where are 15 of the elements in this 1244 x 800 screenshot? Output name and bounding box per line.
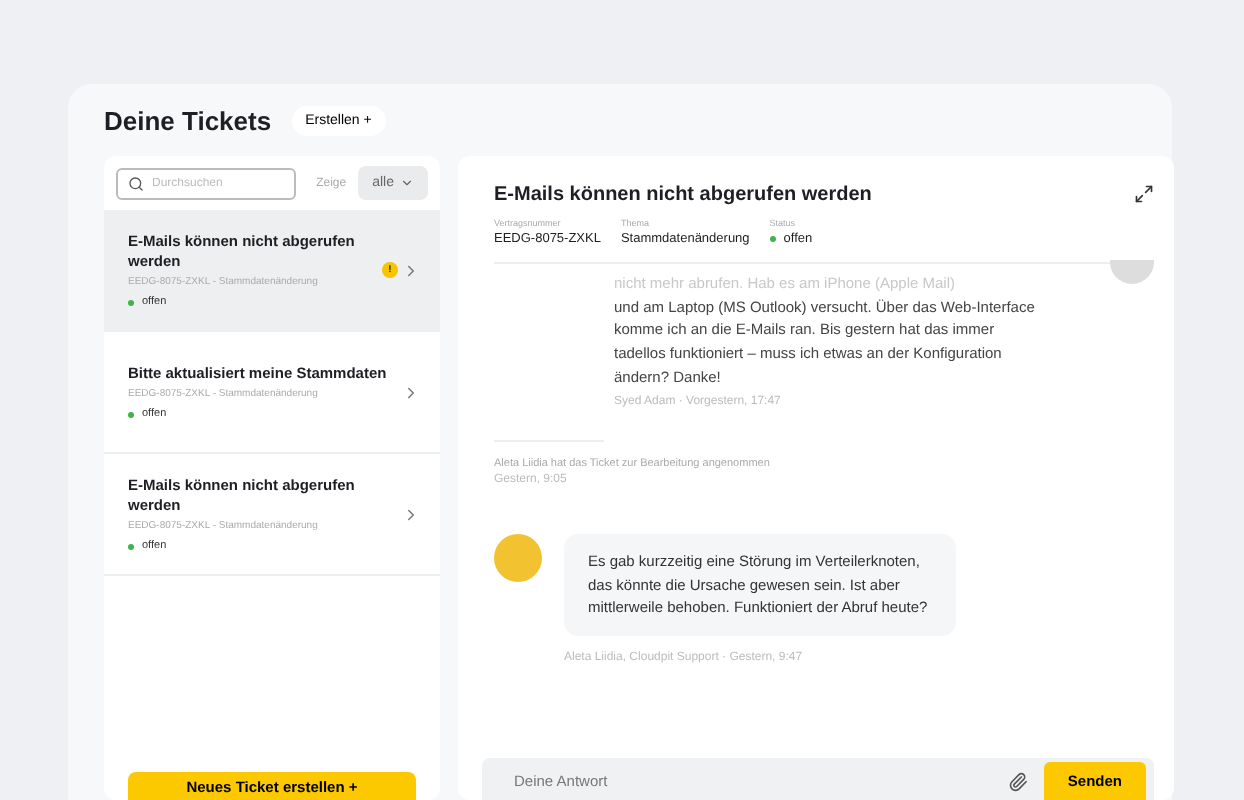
chevron-down-icon <box>400 176 414 190</box>
page-title: Deine Tickets <box>104 105 272 135</box>
chevron-right-icon <box>402 383 420 401</box>
ticket-title: E-Mails können nicht abgerufen werden <box>494 184 872 206</box>
avatar <box>494 534 542 583</box>
search-icon <box>128 175 144 191</box>
avatar <box>1110 260 1154 284</box>
status-dot <box>128 411 134 418</box>
attachment-icon[interactable] <box>1007 771 1028 791</box>
status-dot <box>769 236 776 242</box>
status-dot <box>128 543 134 550</box>
chevron-right-icon <box>402 261 420 279</box>
chevron-right-icon <box>402 505 420 523</box>
expand-icon[interactable] <box>1134 184 1154 204</box>
status-dot <box>128 299 134 306</box>
